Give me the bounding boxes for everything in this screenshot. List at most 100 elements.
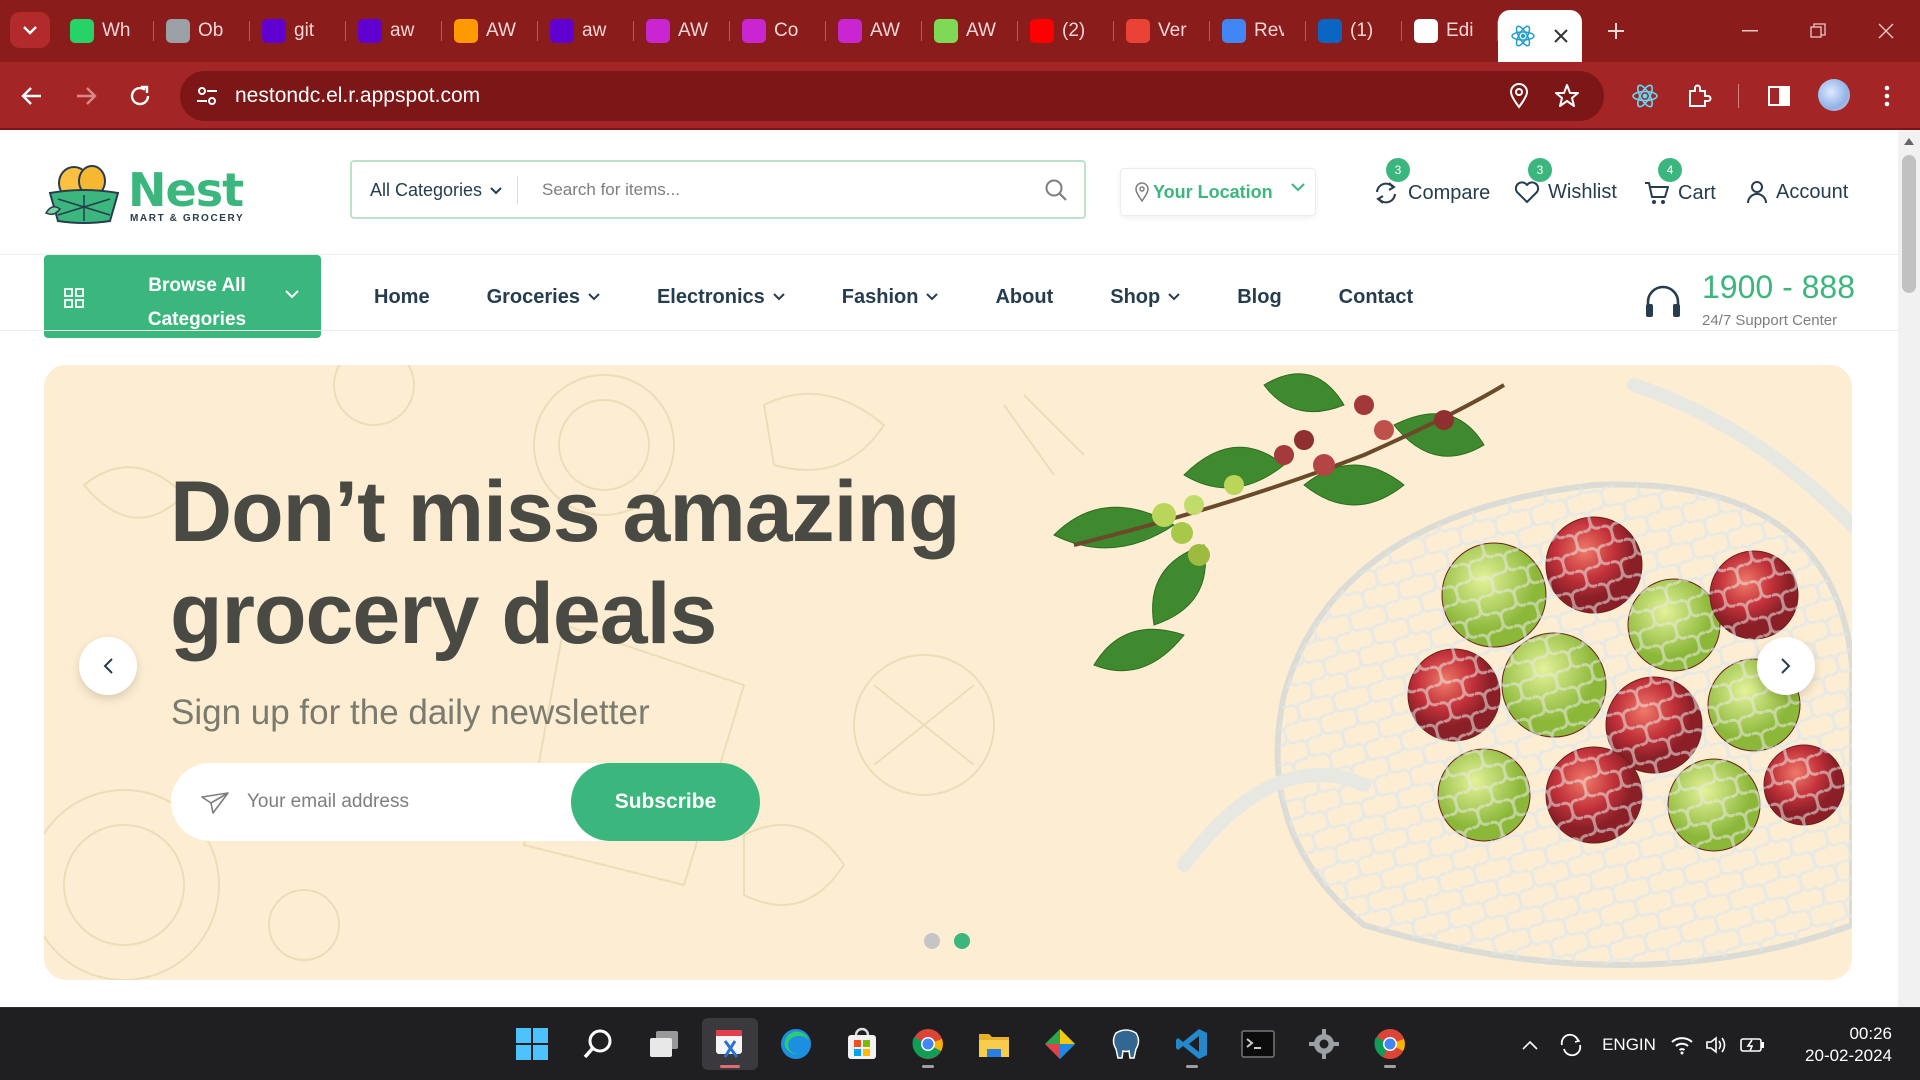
- restore-icon: [1810, 23, 1826, 38]
- close-window-button[interactable]: [1852, 0, 1920, 62]
- battery-icon[interactable]: [1734, 1036, 1772, 1054]
- browser-tab[interactable]: Co: [730, 10, 826, 52]
- browser-tab[interactable]: (1): [1306, 10, 1402, 52]
- category-select[interactable]: All Categories: [370, 180, 502, 201]
- cart-link[interactable]: 4 Cart: [1644, 158, 1716, 206]
- taskbar-settings[interactable]: [1296, 1018, 1352, 1070]
- taskbar-snipping-tool[interactable]: [702, 1018, 758, 1070]
- location-pin-icon[interactable]: [1506, 83, 1532, 109]
- support-phone[interactable]: 1900 - 888: [1702, 269, 1855, 306]
- taskbar-pgadmin[interactable]: [1098, 1018, 1154, 1070]
- react-devtools-extension-icon[interactable]: [1630, 81, 1660, 111]
- extensions-puzzle-icon[interactable]: [1684, 81, 1714, 111]
- nav-item-label: Groceries: [486, 285, 580, 308]
- task-view-button[interactable]: [636, 1018, 692, 1070]
- browser-tab[interactable]: Rev: [1210, 10, 1306, 52]
- taskbar-file-explorer[interactable]: [966, 1018, 1022, 1070]
- yahoo-icon: [550, 19, 574, 43]
- email-input[interactable]: [247, 786, 547, 818]
- browser-tab[interactable]: Edi: [1402, 10, 1498, 52]
- apples-in-net-bag-image: [1053, 373, 1852, 968]
- windows-logo-icon: [516, 1028, 548, 1060]
- scroll-thumb[interactable]: [1902, 155, 1916, 293]
- taskbar-vscode[interactable]: [1164, 1018, 1220, 1070]
- browser-menu-icon[interactable]: [1872, 81, 1902, 111]
- account-link[interactable]: Account: [1746, 180, 1848, 204]
- browser-tab[interactable]: Ver: [1114, 10, 1210, 52]
- browser-tab[interactable]: Wh: [58, 10, 154, 52]
- browser-tab[interactable]: aw: [538, 10, 634, 52]
- tab-search-button[interactable]: [10, 12, 50, 48]
- side-panel-icon[interactable]: [1764, 81, 1794, 111]
- browser-tab[interactable]: AW: [634, 10, 730, 52]
- profile-avatar[interactable]: [1818, 79, 1850, 111]
- slider-dot[interactable]: [954, 933, 970, 949]
- nav-item-about[interactable]: About: [995, 286, 1053, 309]
- slider-dot[interactable]: [924, 933, 940, 949]
- clock[interactable]: 00:26 20-02-2024: [1772, 1023, 1892, 1067]
- slider-prev-button[interactable]: [79, 637, 137, 695]
- browser-tab[interactable]: (2): [1018, 10, 1114, 52]
- close-tab-icon[interactable]: [1554, 29, 1568, 43]
- chevron-up-icon: [1522, 1040, 1538, 1050]
- wifi-icon[interactable]: [1664, 1035, 1700, 1055]
- chevron-down-icon: [588, 293, 600, 301]
- git-diamond-icon: [1045, 1029, 1075, 1059]
- search-icon[interactable]: [1044, 178, 1068, 202]
- browser-tab[interactable]: Ob: [154, 10, 250, 52]
- site-info-icon[interactable]: [194, 83, 220, 109]
- browser-tab[interactable]: AW: [826, 10, 922, 52]
- taskbar-store[interactable]: [834, 1018, 890, 1070]
- bookmark-star-icon[interactable]: [1554, 83, 1580, 109]
- browser-tab[interactable]: AW: [442, 10, 538, 52]
- show-hidden-icons-button[interactable]: [1512, 1040, 1548, 1050]
- github-icon: [1414, 19, 1438, 43]
- browser-tab[interactable]: AW: [922, 10, 1018, 52]
- browser-tab[interactable]: git: [250, 10, 346, 52]
- slider-next-button[interactable]: [1757, 637, 1815, 695]
- nav-item-electronics[interactable]: Electronics: [657, 286, 785, 309]
- whatsapp-icon: [70, 19, 94, 43]
- browser-tab-active[interactable]: [1498, 10, 1582, 62]
- page-scrollbar[interactable]: [1898, 130, 1920, 1007]
- forward-button[interactable]: [68, 78, 104, 114]
- scroll-up-arrow-icon[interactable]: [1904, 138, 1914, 145]
- compare-link[interactable]: 3 Compare: [1372, 158, 1490, 206]
- nav-item-home[interactable]: Home: [374, 286, 430, 309]
- taskbar-git-tool[interactable]: [1032, 1018, 1088, 1070]
- tab-title: AW: [870, 20, 900, 41]
- chevron-down-icon: [1291, 183, 1305, 192]
- taskbar-search-button[interactable]: [570, 1018, 626, 1070]
- minimize-button[interactable]: [1716, 0, 1784, 62]
- nav-item-groceries[interactable]: Groceries: [487, 286, 600, 309]
- location-select[interactable]: Your Location: [1120, 168, 1316, 216]
- taskbar-chrome-profile[interactable]: [1362, 1018, 1418, 1070]
- compare-badge: 3: [1386, 158, 1410, 182]
- nav-item-shop[interactable]: Shop: [1110, 286, 1180, 309]
- hero-title: Don’t miss amazing grocery deals: [170, 464, 961, 662]
- browse-categories-button[interactable]: Browse All Categories: [44, 255, 321, 338]
- nav-item-blog[interactable]: Blog: [1237, 286, 1281, 309]
- support-center: 1900 - 888 24/7 Support Center: [1644, 269, 1864, 329]
- nav-item-fashion[interactable]: Fashion: [842, 286, 939, 309]
- restore-button[interactable]: [1784, 0, 1852, 62]
- taskbar-edge[interactable]: [768, 1018, 824, 1070]
- reload-button[interactable]: [122, 78, 158, 114]
- wishlist-link[interactable]: 3 Wishlist: [1514, 158, 1617, 204]
- language-indicator[interactable]: ENG IN: [1594, 1034, 1664, 1056]
- taskbar-terminal[interactable]: [1230, 1018, 1286, 1070]
- back-button[interactable]: [14, 78, 50, 114]
- new-tab-button[interactable]: [1596, 11, 1636, 51]
- logo-tagline: MART & GROCERY: [130, 213, 245, 224]
- start-button[interactable]: [504, 1018, 560, 1070]
- search-input[interactable]: [542, 176, 1022, 204]
- volume-icon[interactable]: [1700, 1035, 1734, 1055]
- taskbar-chrome[interactable]: [900, 1018, 956, 1070]
- site-logo[interactable]: Nest MART & GROCERY: [44, 163, 254, 225]
- nav-item-contact[interactable]: Contact: [1339, 286, 1413, 309]
- webpage: Nest MART & GROCERY All Categories Your …: [0, 130, 1898, 1007]
- subscribe-button[interactable]: Subscribe: [571, 763, 760, 841]
- address-bar[interactable]: nestondc.el.r.appspot.com: [180, 71, 1604, 121]
- onedrive-sync-icon[interactable]: [1548, 1033, 1594, 1057]
- browser-tab[interactable]: aw: [346, 10, 442, 52]
